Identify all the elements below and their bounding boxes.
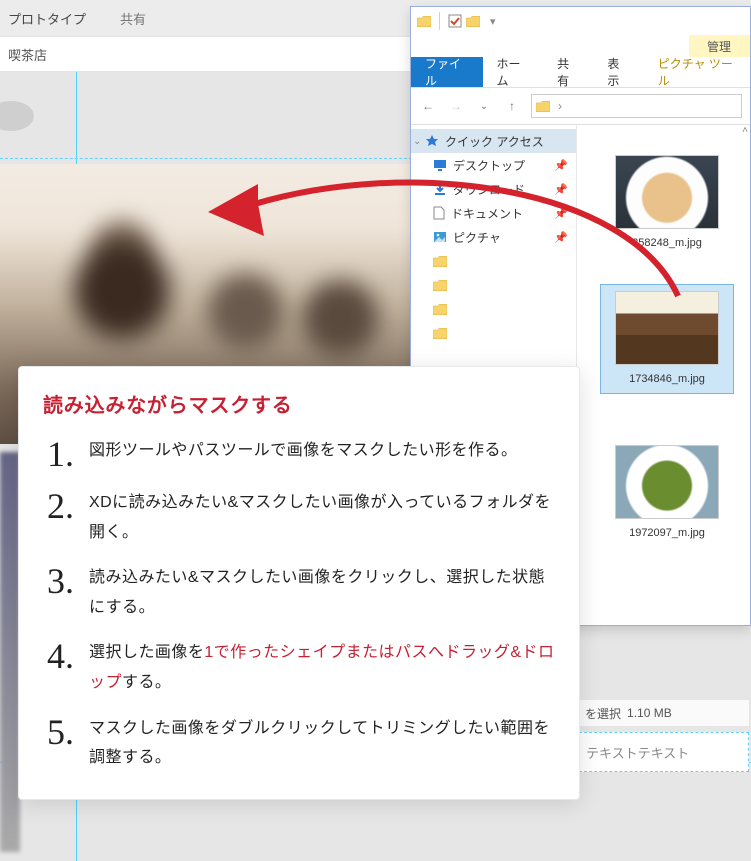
step-item: 3. 読み込みたい&マスクしたい画像をクリックし、選択した状態にする。	[43, 563, 555, 622]
explorer-navbar: ← → ⌄ ↑ ›	[411, 88, 750, 124]
nav-documents[interactable]: ドキュメント 📌	[411, 201, 576, 225]
xd-artboard-title: 喫茶店	[8, 45, 47, 64]
step-number: 4.	[43, 638, 89, 697]
star-icon	[425, 134, 439, 148]
nav-desktop[interactable]: デスクトップ 📌	[411, 153, 576, 177]
content-pane[interactable]: ˄ 358248_m.jpg 1734846_m.jpg 1972097_m.j…	[577, 125, 750, 625]
nav-forward-icon[interactable]: →	[447, 97, 465, 115]
checkbox-icon[interactable]	[448, 14, 462, 28]
file-thumb[interactable]: 358248_m.jpg	[607, 155, 727, 251]
ribbon-tabs-upper: 管理	[411, 35, 750, 57]
pin-icon[interactable]: 📌	[554, 207, 568, 220]
file-name: 1734846_m.jpg	[601, 371, 733, 387]
folder-icon	[536, 101, 550, 112]
pin-icon[interactable]: 📌	[554, 231, 568, 244]
breadcrumb-chevron-icon[interactable]: ›	[558, 99, 562, 113]
nav-back-icon[interactable]: ←	[419, 97, 437, 115]
canvas-side-image[interactable]	[0, 452, 20, 852]
xd-tab-prototype[interactable]: プロトタイプ	[8, 9, 86, 28]
document-icon	[433, 206, 445, 220]
text-placeholder-box[interactable]: テキストテキスト	[579, 732, 749, 772]
nav-downloads[interactable]: ダウンロード 📌	[411, 177, 576, 201]
qat-overflow-icon[interactable]: ▾	[490, 15, 496, 28]
text-placeholder-label: テキストテキスト	[586, 743, 689, 762]
step-number: 3.	[43, 563, 89, 622]
file-thumb-selected[interactable]: 1734846_m.jpg	[601, 285, 733, 393]
address-bar[interactable]: ›	[531, 94, 742, 118]
scroll-up-icon[interactable]: ˄	[742, 125, 748, 136]
step-number: 5.	[43, 714, 89, 773]
ellipse-shape[interactable]	[0, 101, 34, 131]
picture-icon	[433, 231, 447, 243]
xd-tab-share[interactable]: 共有	[120, 9, 146, 28]
ribbon-tab-view[interactable]: 表示	[593, 57, 643, 87]
ribbon-tab-picture-tool[interactable]: ピクチャ ツール	[644, 57, 750, 87]
monitor-icon	[433, 159, 447, 171]
instruction-card: 読み込みながらマスクする 1. 図形ツールやパスツールで画像をマスクしたい形を作…	[18, 366, 580, 800]
nav-quick-access[interactable]: ⌄ クイック アクセス	[411, 129, 576, 153]
file-name: 358248_m.jpg	[607, 235, 727, 251]
pin-icon[interactable]: 📌	[554, 183, 568, 196]
ribbon-tab-share[interactable]: 共有	[543, 57, 593, 87]
nav-quick-label: クイック アクセス	[445, 133, 544, 150]
file-name: 1972097_m.jpg	[607, 525, 727, 541]
ribbon-tabs: ファイル ホーム 共有 表示 ピクチャ ツール	[411, 57, 750, 87]
pin-icon[interactable]: 📌	[554, 159, 568, 172]
nav-downloads-label: ダウンロード	[453, 181, 525, 198]
download-icon	[433, 182, 447, 196]
thumb-image	[615, 155, 719, 229]
file-thumb[interactable]: 1972097_m.jpg	[607, 445, 727, 541]
step-text: XDに読み込みたい&マスクしたい画像が入っているフォルダを開く。	[89, 488, 555, 547]
folder-icon	[433, 280, 447, 291]
step-number: 2.	[43, 488, 89, 547]
nav-folder-generic[interactable]	[411, 249, 576, 273]
step-item: 1. 図形ツールやパスツールで画像をマスクしたい形を作る。	[43, 436, 555, 472]
step-text: マスクした画像をダブルクリックしてトリミングしたい範囲を調整する。	[89, 714, 555, 773]
status-select-label: を選択	[585, 705, 621, 722]
ribbon-tab-file[interactable]: ファイル	[411, 57, 483, 87]
folder-icon	[433, 304, 447, 315]
card-title: 読み込みながらマスクする	[43, 389, 555, 418]
tree-collapse-icon[interactable]: ⌄	[413, 136, 421, 147]
nav-folder-generic[interactable]	[411, 297, 576, 321]
step-item: 5. マスクした画像をダブルクリックしてトリミングしたい範囲を調整する。	[43, 714, 555, 773]
nav-pictures-label: ピクチャ	[453, 229, 501, 246]
nav-desktop-label: デスクトップ	[453, 157, 525, 174]
status-size: 1.10 MB	[627, 706, 672, 720]
step-text: 読み込みたい&マスクしたい画像をクリックし、選択した状態にする。	[89, 563, 555, 622]
folder-icon	[417, 16, 431, 27]
thumb-image	[615, 291, 719, 365]
nav-documents-label: ドキュメント	[451, 205, 523, 222]
nav-up-icon[interactable]: ↑	[503, 97, 521, 115]
nav-folder-generic[interactable]	[411, 273, 576, 297]
ribbon-tab-home[interactable]: ホーム	[483, 57, 544, 87]
step-item: 4. 選択した画像を1で作ったシェイプまたはパスへドラッグ&ドロップする。	[43, 638, 555, 697]
folder-icon	[433, 328, 447, 339]
nav-recent-icon[interactable]: ⌄	[475, 97, 493, 115]
step-item: 2. XDに読み込みたい&マスクしたい画像が入っているフォルダを開く。	[43, 488, 555, 547]
step-text: 図形ツールやパスツールで画像をマスクしたい形を作る。	[89, 436, 555, 472]
nav-pictures[interactable]: ピクチャ 📌	[411, 225, 576, 249]
folder-icon	[433, 256, 447, 267]
ribbon-context-manage[interactable]: 管理	[689, 35, 750, 57]
steps-list: 1. 図形ツールやパスツールで画像をマスクしたい形を作る。 2. XDに読み込み…	[43, 436, 555, 773]
folder-icon[interactable]	[466, 16, 480, 27]
step-text: 選択した画像を1で作ったシェイプまたはパスへドラッグ&ドロップする。	[89, 638, 555, 697]
nav-folder-generic[interactable]	[411, 321, 576, 345]
step-number: 1.	[43, 436, 89, 472]
status-strip: を選択 1.10 MB	[579, 700, 749, 726]
thumb-image	[615, 445, 719, 519]
explorer-titlebar[interactable]: ▾	[411, 7, 750, 35]
